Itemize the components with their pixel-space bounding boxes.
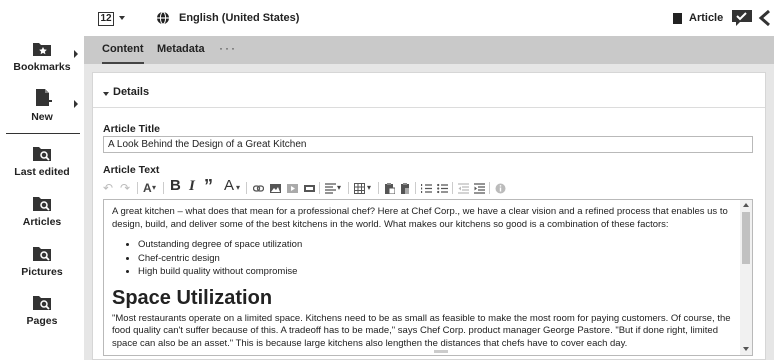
section-divider xyxy=(93,107,765,108)
globe-icon[interactable] xyxy=(156,11,170,25)
collapse-caret-icon[interactable] xyxy=(103,92,109,96)
editor-scrollbar[interactable] xyxy=(740,200,752,355)
table-icon[interactable] xyxy=(354,180,365,196)
toolbar-separator xyxy=(489,182,490,194)
chevron-down-icon[interactable] xyxy=(119,16,125,20)
rich-text-toolbar: ↶ ↷ A ▾ B I ” A ▾ ▾ ▾ xyxy=(103,177,753,198)
app-window: Bookmarks New Last edited Articles Pictu… xyxy=(0,0,774,360)
toolbar-separator xyxy=(163,182,164,194)
search-folder-icon xyxy=(33,147,51,161)
align-dropdown-icon[interactable]: ▾ xyxy=(337,180,341,196)
font-size-dropdown-icon[interactable]: ▾ xyxy=(152,180,156,196)
insert-image-icon[interactable] xyxy=(270,180,281,196)
outdent-icon[interactable] xyxy=(458,180,469,196)
paste-text-icon[interactable] xyxy=(400,180,411,196)
font-color-dropdown-icon[interactable]: ▾ xyxy=(236,180,240,196)
details-panel: Details Article Title Article Text ↶ ↷ A… xyxy=(92,72,766,360)
sidebar-item-label: New xyxy=(31,111,53,123)
list-item: High build quality without compromise xyxy=(138,266,732,279)
font-color-button[interactable]: A xyxy=(224,178,234,194)
toolbar-separator xyxy=(246,182,247,194)
top-bar: 12 English (United States) Article xyxy=(84,0,774,36)
editor-heading: Space Utilization xyxy=(112,286,273,309)
search-folder-icon xyxy=(33,247,51,261)
sidebar-item-label: Last edited xyxy=(14,166,70,178)
editor-paragraph: A great kitchen – what does that mean fo… xyxy=(112,206,728,230)
undo-icon[interactable]: ↶ xyxy=(103,180,113,196)
sidebar-item-label: Pages xyxy=(26,315,58,327)
language-selector[interactable]: English (United States) xyxy=(179,12,299,24)
article-text-editor[interactable]: A great kitchen – what does that mean fo… xyxy=(103,199,753,356)
bookmark-folder-icon xyxy=(33,43,51,56)
sidebar-item-pages[interactable]: Pages xyxy=(0,292,84,327)
article-title-label: Article Title xyxy=(103,123,160,135)
article-text-label: Article Text xyxy=(103,164,160,176)
checkin-comment-icon[interactable] xyxy=(731,9,753,27)
scroll-up-icon[interactable] xyxy=(743,203,749,207)
toolbar-separator xyxy=(348,182,349,194)
tabs-bar: Content Metadata ··· xyxy=(84,36,774,64)
toolbar-separator xyxy=(415,182,416,194)
blockquote-button[interactable]: ” xyxy=(204,177,213,195)
toolbar-separator xyxy=(137,182,138,194)
submenu-arrow-icon xyxy=(74,100,78,108)
tab-metadata[interactable]: Metadata xyxy=(157,36,205,64)
scroll-thumb[interactable] xyxy=(742,212,750,264)
scroll-down-icon[interactable] xyxy=(743,347,749,351)
sidebar-item-label: Bookmarks xyxy=(13,61,71,73)
tab-content[interactable]: Content xyxy=(102,36,144,64)
sidebar-item-label: Pictures xyxy=(21,266,63,278)
new-document-icon xyxy=(36,89,52,106)
toolbar-separator xyxy=(378,182,379,194)
editor-paragraph: "Most restaurants operate on a limited s… xyxy=(112,312,731,349)
list-item: Chef-centric design xyxy=(138,253,732,266)
view-number-badge[interactable]: 12 xyxy=(98,12,114,26)
bold-button[interactable]: B xyxy=(170,178,181,194)
font-size-button[interactable]: A xyxy=(143,180,152,196)
info-icon[interactable] xyxy=(495,180,506,196)
sidebar-item-articles[interactable]: Articles xyxy=(0,193,84,228)
sidebar-item-pictures[interactable]: Pictures xyxy=(0,243,84,278)
link-icon[interactable] xyxy=(253,180,264,196)
sidebar-item-new[interactable]: New xyxy=(0,88,84,123)
table-dropdown-icon[interactable]: ▾ xyxy=(367,180,371,196)
back-arrow-icon[interactable] xyxy=(758,9,772,27)
editor-bullet-list: Outstanding degree of space utilization … xyxy=(138,239,732,279)
toolbar-separator xyxy=(452,182,453,194)
sidebar-item-bookmarks[interactable]: Bookmarks xyxy=(0,38,84,73)
list-item: Outstanding degree of space utilization xyxy=(138,239,732,252)
article-title-input[interactable] xyxy=(103,136,753,153)
submenu-arrow-icon xyxy=(74,50,78,58)
search-folder-icon xyxy=(33,296,51,310)
document-icon xyxy=(673,13,682,24)
bullet-list-icon[interactable] xyxy=(437,180,448,196)
paste-icon[interactable] xyxy=(384,180,395,196)
left-sidebar: Bookmarks New Last edited Articles Pictu… xyxy=(0,0,84,360)
sidebar-divider xyxy=(6,133,80,134)
italic-button[interactable]: I xyxy=(189,178,195,194)
search-folder-icon xyxy=(33,197,51,211)
indent-icon[interactable] xyxy=(474,180,485,196)
sidebar-item-label: Articles xyxy=(22,216,62,228)
more-tabs-button[interactable]: ··· xyxy=(219,41,237,55)
insert-media-icon[interactable] xyxy=(287,180,298,196)
editor-content[interactable]: A great kitchen – what does that mean fo… xyxy=(104,200,740,355)
content-type-label: Article xyxy=(689,12,724,24)
section-title[interactable]: Details xyxy=(113,86,149,98)
toolbar-separator xyxy=(319,182,320,194)
editor-resize-handle[interactable] xyxy=(434,350,448,353)
redo-icon[interactable]: ↷ xyxy=(120,180,130,196)
main-area: Details Article Title Article Text ↶ ↷ A… xyxy=(84,64,774,360)
sidebar-item-last-edited[interactable]: Last edited xyxy=(0,143,84,178)
align-icon[interactable] xyxy=(325,180,336,196)
numbered-list-icon[interactable] xyxy=(421,180,432,196)
insert-block-icon[interactable] xyxy=(304,180,315,196)
